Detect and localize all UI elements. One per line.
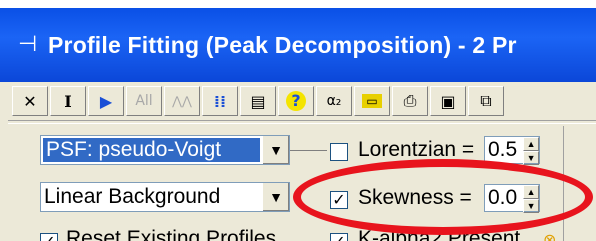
copy-icon: ⧉ <box>480 91 492 110</box>
chevron-down-icon[interactable]: ▼ <box>262 183 289 211</box>
alpha2-button[interactable]: α₂ <box>316 86 352 116</box>
kalpha-checkbox[interactable]: ✓ <box>330 233 348 241</box>
dots-button[interactable]: ⁞⁞ <box>202 86 238 116</box>
psf-select[interactable]: PSF: pseudo-Voigt ▼ <box>40 135 290 165</box>
background-select-value: Linear Background <box>44 185 221 208</box>
folder-button[interactable]: ▭ <box>354 86 390 116</box>
all-icon: All <box>135 93 153 109</box>
toolbar-area: ✕ I ▶ All ⋀⋀ ⁞⁞ ▤ ? α₂ ▭ ⎙ ▣ ⧉ <box>0 82 596 120</box>
lorentzian-label: Lorentzian = <box>358 138 475 161</box>
close-icon: ✕ <box>23 91 37 111</box>
play-button[interactable]: ▶ <box>88 86 124 116</box>
settings-panel: PSF: pseudo-Voigt ▼ Lorentzian = 0.5 ▲ ▼ … <box>0 120 596 241</box>
peaks-icon: ⋀⋀ <box>172 94 192 108</box>
cursor-icon: I <box>64 91 72 111</box>
help-icon: ? <box>286 91 306 111</box>
help-button[interactable]: ? <box>278 86 314 116</box>
folder-icon: ▭ <box>362 94 382 108</box>
title-bar[interactable]: ⊣ Profile Fitting (Peak Decomposition) -… <box>0 8 596 82</box>
skewness-checkbox[interactable]: ✓ <box>330 191 348 209</box>
separator <box>8 120 596 124</box>
warning-icon: ⊗ <box>543 230 557 241</box>
kalpha-label: K-alpha2 Present <box>358 227 521 241</box>
toolbar: ✕ I ▶ All ⋀⋀ ⁞⁞ ▤ ? α₂ ▭ ⎙ ▣ ⧉ <box>12 86 504 118</box>
psf-select-value: PSF: pseudo-Voigt <box>43 138 260 162</box>
reset-profiles-label: Reset Existing Profiles <box>66 227 277 241</box>
lorentzian-value[interactable]: 0.5 <box>485 137 523 163</box>
panel-icon: ▤ <box>250 91 266 111</box>
copy-button[interactable]: ⧉ <box>468 86 504 116</box>
lorentzian-spinner[interactable]: 0.5 ▲ ▼ <box>484 136 540 165</box>
spinner-arrows[interactable]: ▲ ▼ <box>523 185 539 213</box>
lorentzian-checkbox[interactable] <box>330 143 348 161</box>
play-icon: ▶ <box>99 91 113 111</box>
peaks-button[interactable]: ⋀⋀ <box>164 86 200 116</box>
chevron-down-icon[interactable]: ▼ <box>262 136 289 164</box>
window-title: Profile Fitting (Peak Decomposition) - 2… <box>48 31 517 58</box>
background-select[interactable]: Linear Background ▼ <box>40 182 290 212</box>
save-icon: ▣ <box>440 91 456 111</box>
alpha2-icon: α₂ <box>326 93 342 109</box>
skewness-label: Skewness = <box>358 186 472 209</box>
skewness-spinner[interactable]: 0.0 ▲ ▼ <box>484 184 540 213</box>
print-button[interactable]: ⎙ <box>392 86 428 116</box>
print-icon: ⎙ <box>403 91 417 110</box>
connector-line <box>290 150 327 151</box>
dots-icon: ⁞⁞ <box>213 91 227 111</box>
close-button[interactable]: ✕ <box>12 86 48 116</box>
skewness-value[interactable]: 0.0 <box>485 185 523 211</box>
save-button[interactable]: ▣ <box>430 86 466 116</box>
panel-button[interactable]: ▤ <box>240 86 276 116</box>
profile-fitting-window: ⊣ Profile Fitting (Peak Decomposition) -… <box>0 0 596 241</box>
spinner-arrows[interactable]: ▲ ▼ <box>523 137 539 165</box>
all-button[interactable]: All <box>126 86 162 116</box>
pin-icon: ⊣ <box>18 32 38 57</box>
cursor-button[interactable]: I <box>50 86 86 116</box>
group-divider <box>563 126 564 241</box>
reset-profiles-checkbox[interactable]: ✓ <box>40 233 58 241</box>
